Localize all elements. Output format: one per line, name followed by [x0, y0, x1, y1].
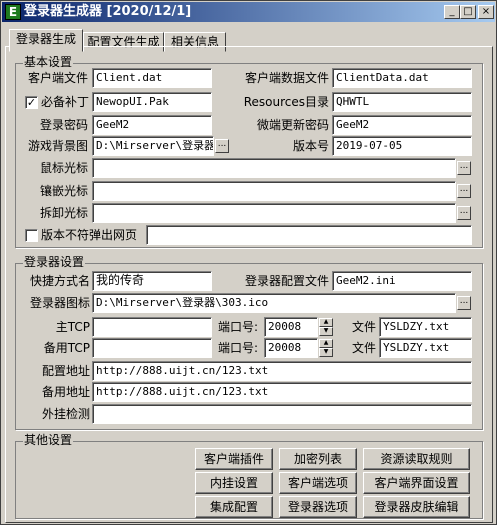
- main-port-label: 端口号:: [218, 320, 259, 334]
- background-browse-button[interactable]: ...: [215, 139, 229, 153]
- resource-rules-button[interactable]: 资源读取规则: [363, 448, 470, 470]
- micro-password-label: 微端更新密码: [256, 118, 329, 132]
- popup-label: 版本不符弹出网页: [41, 228, 138, 242]
- plugin-detect-input[interactable]: [92, 404, 472, 424]
- spin-down-icon[interactable]: ▼: [319, 348, 333, 357]
- backup-url-label: 备用地址: [41, 385, 90, 399]
- backup-port-label: 端口号:: [218, 341, 259, 355]
- backup-url-input[interactable]: http://888.uijt.cn/123.txt: [92, 382, 472, 402]
- config-url-label: 配置地址: [41, 364, 90, 378]
- client-options-button[interactable]: 客户端选项: [279, 472, 357, 494]
- remove-cursor-input[interactable]: [92, 203, 456, 223]
- remove-cursor-label: 拆卸光标: [39, 206, 88, 220]
- title-bar[interactable]: E 登录器生成器 [2020/12/1] _ □ ×: [2, 2, 495, 22]
- backup-tcp-label: 备用TCP: [43, 341, 90, 355]
- inlay-cursor-input[interactable]: [92, 181, 456, 201]
- config-url-input[interactable]: http://888.uijt.cn/123.txt: [92, 361, 472, 381]
- window-title: 登录器生成器 [2020/12/1]: [24, 4, 192, 19]
- launcher-options-button[interactable]: 登录器选项: [279, 496, 357, 518]
- client-ui-settings-button[interactable]: 客户端界面设置: [363, 472, 470, 494]
- app-icon: E: [5, 4, 21, 20]
- main-file-input[interactable]: YSLDZY.txt: [379, 317, 472, 337]
- popup-input[interactable]: [146, 225, 472, 245]
- client-plugin-button[interactable]: 客户端插件: [195, 448, 273, 470]
- plugin-detect-label: 外挂检测: [41, 407, 90, 421]
- backup-file-input[interactable]: YSLDZY.txt: [379, 338, 472, 358]
- launcher-config-label: 登录器配置文件: [244, 274, 329, 288]
- close-button[interactable]: ×: [478, 5, 494, 19]
- main-window: E 登录器生成器 [2020/12/1] _ □ × 登录器生成 配置文件生成 …: [0, 0, 497, 525]
- background-input[interactable]: D:\Mirserver\登录器\: [92, 136, 214, 156]
- spin-down-icon[interactable]: ▼: [319, 327, 333, 336]
- launcher-config-input[interactable]: GeeM2.ini: [332, 271, 472, 291]
- tab-launcher-generate[interactable]: 登录器生成: [9, 29, 83, 52]
- main-tcp-label: 主TCP: [55, 320, 90, 334]
- version-input[interactable]: 2019-07-05: [332, 136, 472, 156]
- resources-label: Resources目录: [243, 95, 329, 109]
- client-data-label: 客户端数据文件: [244, 71, 329, 85]
- other-settings-label: 其他设置: [23, 433, 74, 447]
- integrated-config-button[interactable]: 集成配置: [195, 496, 273, 518]
- basic-settings-label: 基本设置: [23, 55, 74, 69]
- encrypt-list-button[interactable]: 加密列表: [279, 448, 357, 470]
- main-file-label: 文件: [352, 320, 377, 334]
- password-input[interactable]: GeeM2: [92, 115, 212, 135]
- version-label: 版本号: [292, 139, 329, 153]
- minimize-button[interactable]: _: [444, 5, 460, 19]
- launcher-icon-label: 登录器图标: [29, 296, 90, 310]
- spin-up-icon[interactable]: ▲: [319, 318, 333, 327]
- password-label: 登录密码: [39, 118, 88, 132]
- backup-port-input[interactable]: 20008: [264, 338, 318, 358]
- inlay-cursor-browse-button[interactable]: ...: [457, 184, 471, 198]
- inlay-cursor-label: 镶嵌光标: [39, 184, 88, 198]
- launcher-icon-input[interactable]: D:\Mirserver\登录器\303.ico: [92, 293, 456, 313]
- spin-up-icon[interactable]: ▲: [319, 339, 333, 348]
- patch-checkbox[interactable]: ✓: [25, 96, 38, 109]
- remove-cursor-browse-button[interactable]: ...: [457, 206, 471, 220]
- backup-file-label: 文件: [352, 341, 377, 355]
- client-file-input[interactable]: Client.dat: [92, 68, 212, 88]
- mouse-cursor-label: 鼠标光标: [39, 161, 88, 175]
- inner-plugin-button[interactable]: 内挂设置: [195, 472, 273, 494]
- backup-port-spinner[interactable]: ▲ ▼: [319, 339, 333, 357]
- background-label: 游戏背景图: [27, 139, 88, 153]
- popup-checkbox[interactable]: [25, 229, 38, 242]
- main-port-spinner[interactable]: ▲ ▼: [319, 318, 333, 336]
- client-file-label: 客户端文件: [27, 71, 88, 85]
- launcher-skin-edit-button[interactable]: 登录器皮肤编辑: [363, 496, 470, 518]
- launcher-icon-browse-button[interactable]: ...: [457, 296, 471, 310]
- shortcut-label: 快捷方式名: [29, 274, 90, 288]
- mouse-cursor-browse-button[interactable]: ...: [457, 161, 471, 175]
- launcher-settings-label: 登录器设置: [23, 255, 86, 269]
- micro-password-input[interactable]: GeeM2: [332, 115, 472, 135]
- mouse-cursor-input[interactable]: [92, 158, 456, 178]
- patch-label: 必备补丁: [41, 95, 90, 109]
- backup-tcp-input[interactable]: [92, 338, 212, 358]
- main-port-input[interactable]: 20008: [264, 317, 318, 337]
- client-data-input[interactable]: ClientData.dat: [332, 68, 472, 88]
- maximize-button[interactable]: □: [460, 5, 476, 19]
- resources-input[interactable]: QHWTL: [332, 92, 472, 112]
- shortcut-input[interactable]: 我的传奇: [92, 271, 212, 291]
- patch-input[interactable]: NewopUI.Pak: [92, 92, 212, 112]
- main-tcp-input[interactable]: [92, 317, 212, 337]
